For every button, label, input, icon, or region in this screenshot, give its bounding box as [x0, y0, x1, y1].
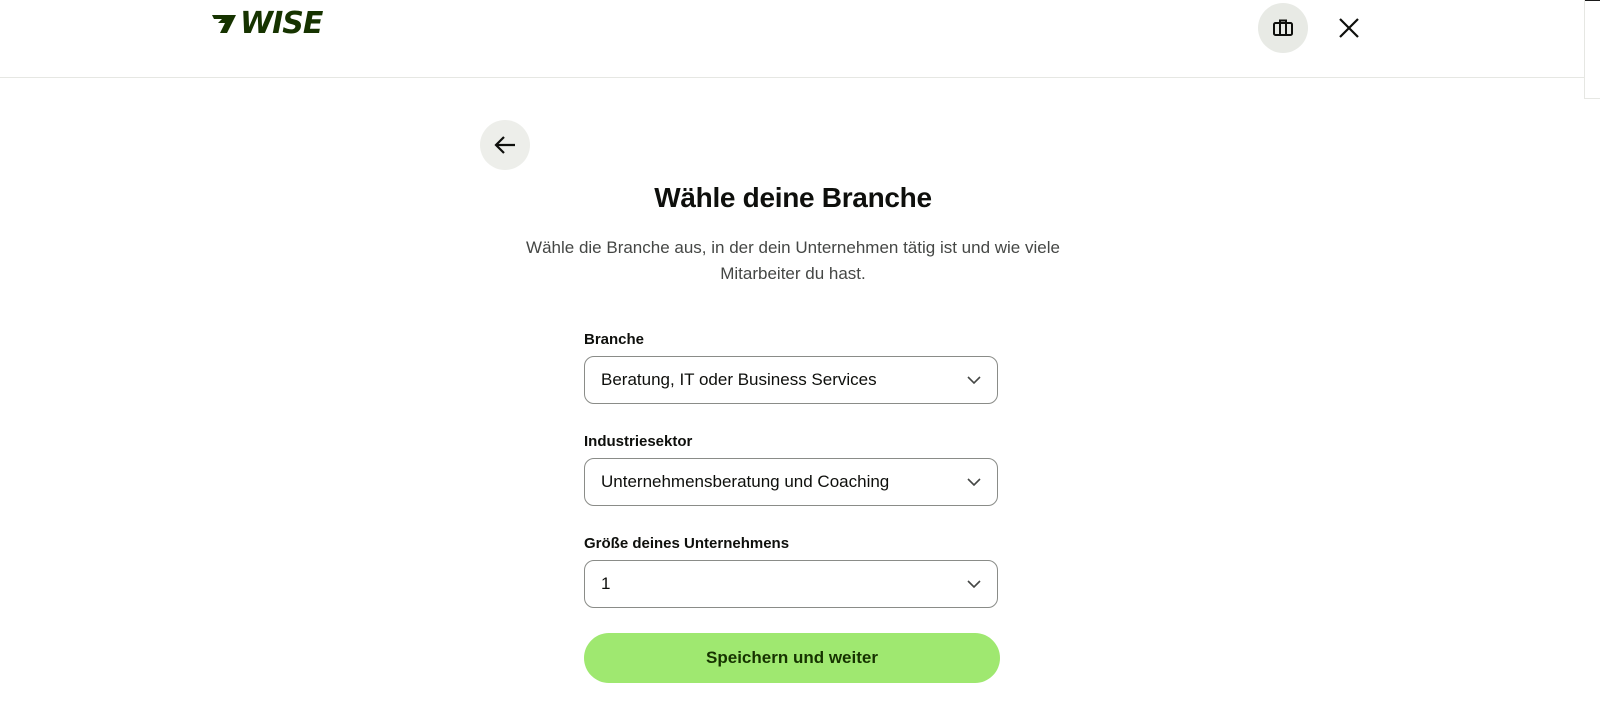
chevron-down-icon	[967, 577, 981, 591]
close-icon	[1339, 18, 1359, 38]
page-subtitle: Wähle die Branche aus, in der dein Unter…	[526, 238, 1060, 283]
scrollbar-track	[1584, 0, 1600, 99]
briefcase-icon	[1273, 19, 1293, 36]
company-size-select[interactable]: 1	[584, 560, 998, 608]
industriesektor-label: Industriesektor	[584, 433, 693, 450]
branche-label: Branche	[584, 331, 645, 348]
company-size-value: 1	[601, 574, 611, 593]
branche-value: Beratung, IT oder Business Services	[601, 370, 877, 389]
chevron-down-icon	[967, 373, 981, 387]
wise-logo[interactable]: WISE	[210, 6, 323, 41]
company-size-label: Größe deines Unternehmens	[584, 535, 790, 552]
header: WISE	[0, 0, 1584, 78]
save-and-continue-button[interactable]: Speichern und weiter	[584, 633, 1000, 683]
back-button[interactable]	[480, 120, 530, 170]
wise-flag-icon	[212, 15, 236, 33]
industriesektor-select[interactable]: Unternehmensberatung und Coaching	[584, 458, 998, 506]
business-account-button[interactable]	[1258, 3, 1308, 53]
branche-select[interactable]: Beratung, IT oder Business Services	[584, 356, 998, 404]
arrow-left-icon	[494, 136, 515, 154]
logo-text: WISE	[240, 6, 323, 41]
close-button[interactable]	[1324, 3, 1374, 53]
chevron-down-icon	[967, 475, 981, 489]
page-title: Wähle deine Branche	[654, 182, 932, 213]
industriesektor-value: Unternehmensberatung und Coaching	[601, 472, 890, 491]
